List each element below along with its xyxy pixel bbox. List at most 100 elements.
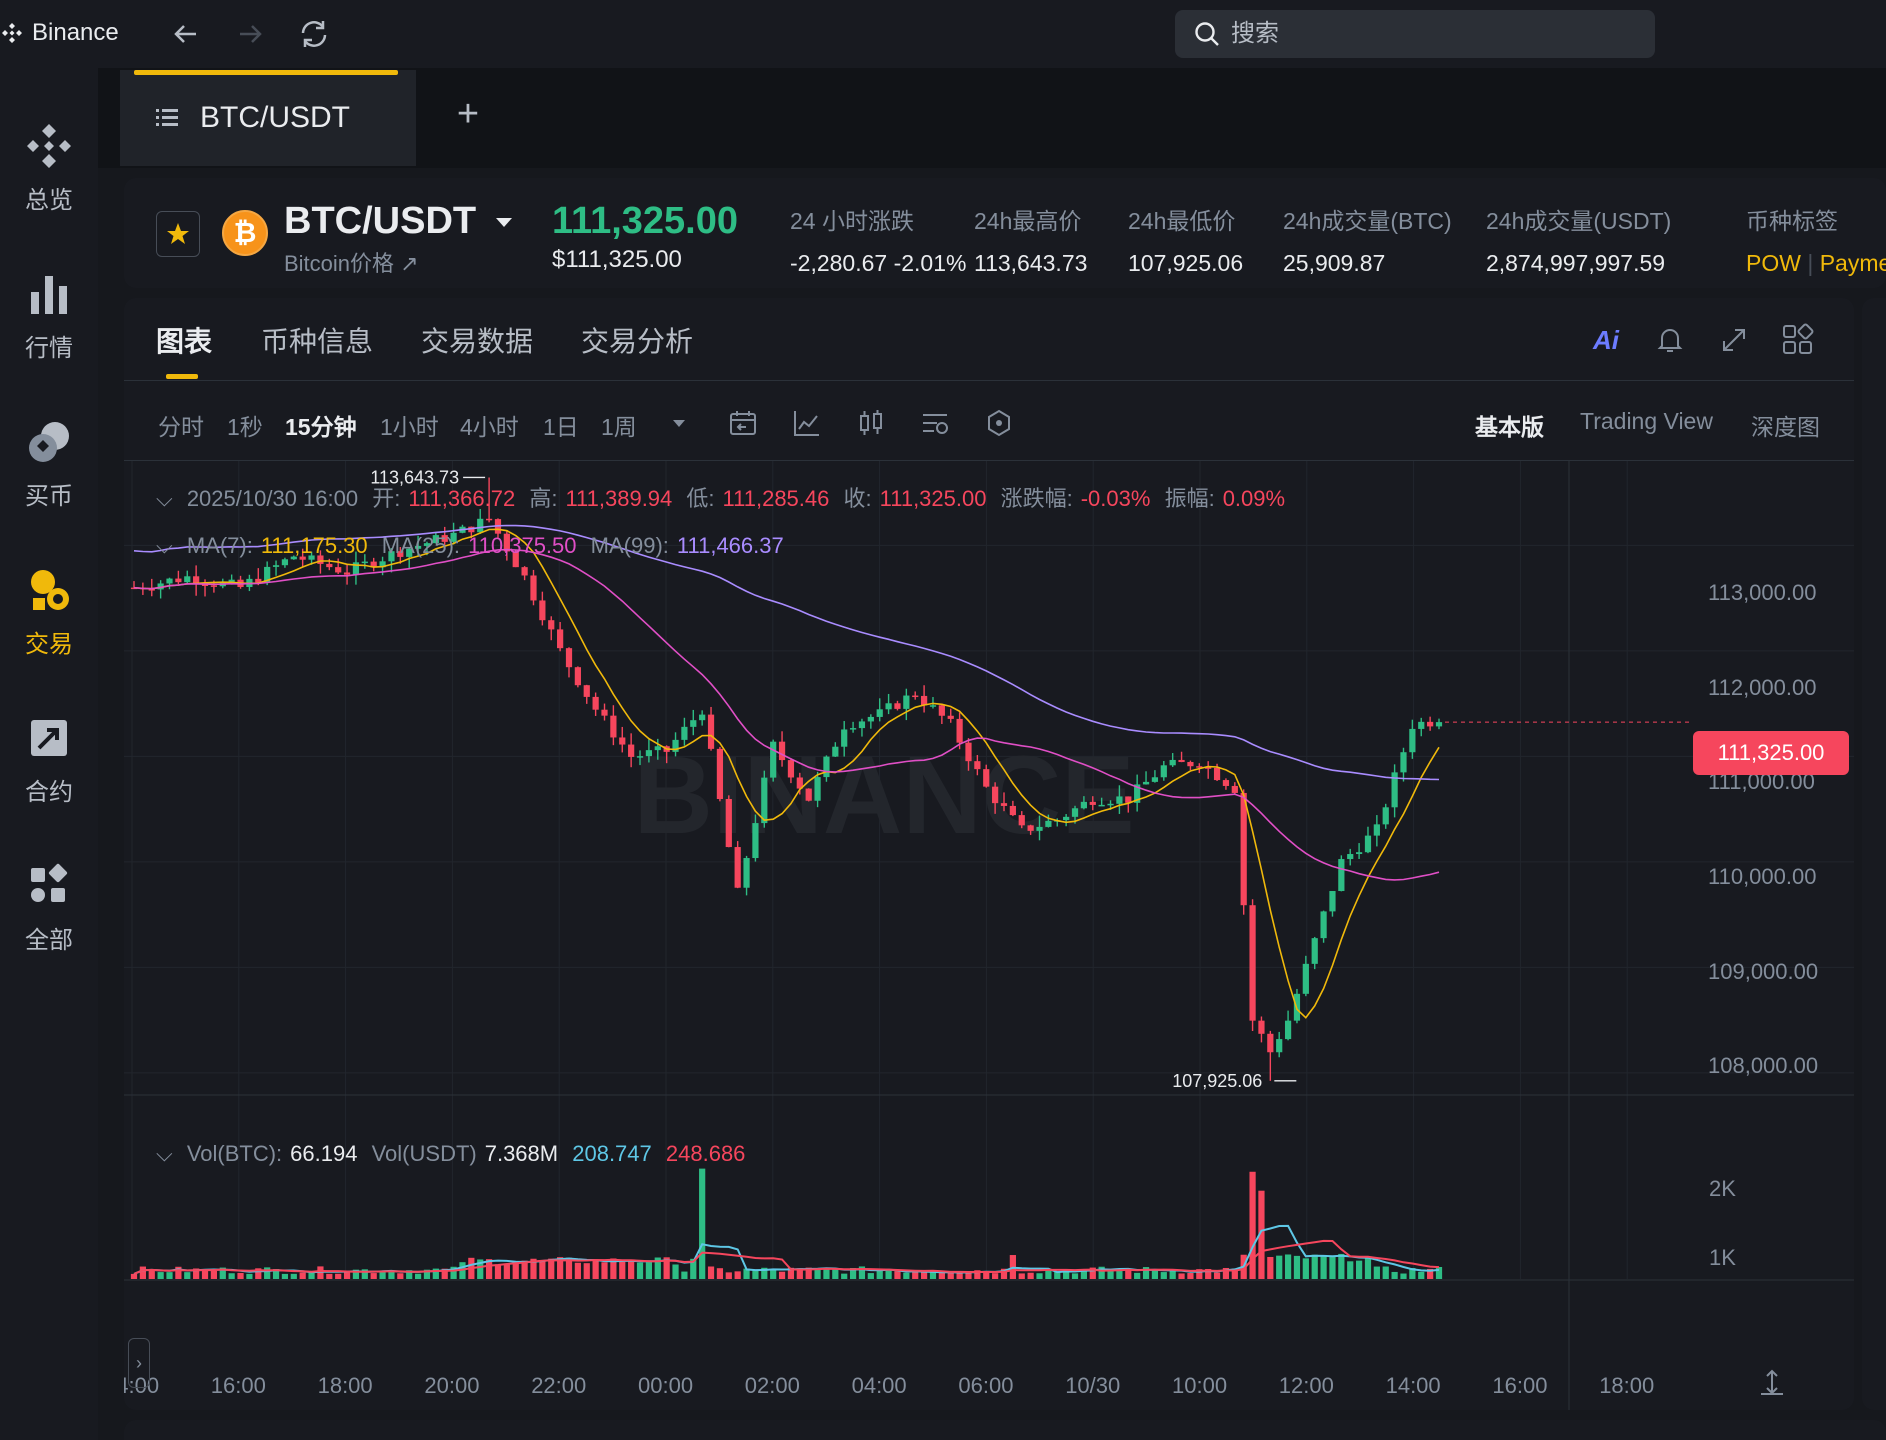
interval-4h[interactable]: 4小时 xyxy=(460,408,519,442)
interval-1d[interactable]: 1日 xyxy=(543,408,579,442)
tab-chart[interactable]: 图表 xyxy=(156,320,212,360)
volume-bar xyxy=(370,1273,377,1279)
indicators-button[interactable] xyxy=(788,404,826,442)
candle-body xyxy=(166,578,173,584)
candle-body xyxy=(1116,796,1123,804)
coin-price-link[interactable]: Bitcoin价格 ↗ xyxy=(284,246,419,278)
divider xyxy=(124,380,1854,381)
view-depth[interactable]: 深度图 xyxy=(1751,408,1820,442)
candle-body xyxy=(1169,759,1176,766)
candle-body xyxy=(1435,722,1443,727)
tab-bar: BTC/USDT + xyxy=(98,68,1886,168)
search-input[interactable] xyxy=(1231,20,1631,48)
top-bar: Binance xyxy=(0,0,1886,68)
change-value: -0.03% xyxy=(1080,486,1151,511)
sidebar-item-trade[interactable]: 交易 xyxy=(0,564,98,674)
ai-button[interactable]: Ai xyxy=(1584,318,1628,362)
view-tradingview[interactable]: Trading View xyxy=(1580,408,1713,435)
pair-selector[interactable]: BTC/USDT xyxy=(284,200,515,243)
candle-body xyxy=(823,756,830,778)
sidebar-item-buy-crypto[interactable]: 买币 xyxy=(0,416,98,526)
chart-settings-button[interactable] xyxy=(916,404,954,442)
volume-bar xyxy=(335,1273,342,1279)
candle-body xyxy=(743,858,750,888)
stat-coin-tags: 币种标签 POW | Payme xyxy=(1746,202,1886,277)
volume-bar xyxy=(1036,1273,1043,1279)
layout-button[interactable] xyxy=(1776,318,1820,362)
chart-type-button[interactable] xyxy=(852,404,890,442)
candlestick-chart[interactable]: BINANCE113,643.73107,925.06 xyxy=(124,461,1854,1410)
interval-line[interactable]: 分时 xyxy=(158,408,204,442)
candle-body xyxy=(1329,891,1336,912)
sidebar-item-overview[interactable]: 总览 xyxy=(0,120,98,230)
candle-body xyxy=(1089,801,1096,805)
candle-body xyxy=(361,561,368,564)
volume-bar xyxy=(1178,1273,1185,1279)
candle-body xyxy=(1000,803,1008,806)
candle-body xyxy=(335,567,342,573)
candle-body xyxy=(574,667,581,686)
fullscreen-button[interactable] xyxy=(1712,318,1756,362)
volume-bar xyxy=(503,1263,510,1279)
tag-pow[interactable]: POW xyxy=(1746,250,1801,276)
sidebar-item-label: 总览 xyxy=(25,187,73,214)
tag-payments[interactable]: Payme xyxy=(1820,250,1886,276)
candle-body xyxy=(485,518,493,521)
interval-1s[interactable]: 1秒 xyxy=(227,408,263,442)
collapse-icon[interactable]: ⌵ xyxy=(156,533,173,558)
sidebar-item-futures[interactable]: 合约 xyxy=(0,712,98,822)
sidebar-item-all[interactable]: 全部 xyxy=(0,860,98,970)
volume-bar xyxy=(885,1270,892,1279)
auto-scale-button[interactable] xyxy=(1750,1360,1794,1404)
candle-body xyxy=(849,728,857,730)
interval-15m[interactable]: 15分钟 xyxy=(285,408,357,442)
expand-left-button[interactable]: › xyxy=(128,1338,150,1388)
candle-body xyxy=(699,714,706,721)
sidebar-item-markets[interactable]: 行情 xyxy=(0,268,98,378)
coins-icon xyxy=(29,422,69,462)
candle-body xyxy=(272,565,280,567)
interval-1h[interactable]: 1小时 xyxy=(380,408,439,442)
forward-button[interactable] xyxy=(228,12,272,56)
volume-bar xyxy=(1418,1271,1425,1279)
brand-logo[interactable]: Binance xyxy=(0,17,119,49)
back-button[interactable] xyxy=(164,12,208,56)
tab-active-underline xyxy=(166,374,198,379)
ohlc-date: 2025/10/30 16:00 xyxy=(186,486,359,511)
collapse-icon[interactable]: ⌵ xyxy=(156,486,173,511)
view-basic[interactable]: 基本版 xyxy=(1475,408,1544,442)
stat-24h-vol-btc: 24h成交量(BTC) 25,909.87 xyxy=(1283,202,1452,277)
collapse-icon[interactable]: ⌵ xyxy=(156,1141,173,1166)
tab-btc-usdt[interactable]: BTC/USDT xyxy=(120,70,416,166)
candle-body xyxy=(1347,854,1354,860)
add-tab-button[interactable]: + xyxy=(448,93,488,135)
high-label: 高: xyxy=(529,486,558,511)
high-value: 111,389.94 xyxy=(565,486,673,511)
depth-settings-button[interactable] xyxy=(980,404,1018,442)
tab-trading-analysis[interactable]: 交易分析 xyxy=(581,320,693,360)
refresh-button[interactable] xyxy=(292,12,336,56)
tab-trading-data[interactable]: 交易数据 xyxy=(421,320,533,360)
favorite-button[interactable] xyxy=(156,211,200,257)
volume-bar xyxy=(823,1268,830,1279)
candle-body xyxy=(548,620,555,630)
candle-body xyxy=(770,741,777,778)
binance-logo-icon xyxy=(2,23,22,43)
interval-1w[interactable]: 1周 xyxy=(601,408,637,442)
search-box[interactable] xyxy=(1175,10,1655,58)
arrow-right-icon xyxy=(240,25,262,43)
volume-bar xyxy=(1400,1273,1407,1279)
candle-body xyxy=(894,703,901,709)
stat-value: 2,874,997,997.59 xyxy=(1486,250,1666,276)
candle-body xyxy=(326,563,333,568)
more-intervals-button[interactable] xyxy=(664,408,694,438)
alert-button[interactable] xyxy=(1648,318,1692,362)
volume-bar xyxy=(157,1272,164,1279)
volume-bar xyxy=(1169,1270,1176,1279)
bitcoin-icon: ₿ xyxy=(222,210,268,256)
date-range-button[interactable] xyxy=(724,404,762,442)
tab-coin-info[interactable]: 币种信息 xyxy=(261,320,373,360)
volume-bar xyxy=(237,1272,244,1279)
bottom-panel-edge xyxy=(124,1420,1886,1440)
stat-value: 25,909.87 xyxy=(1283,250,1386,276)
